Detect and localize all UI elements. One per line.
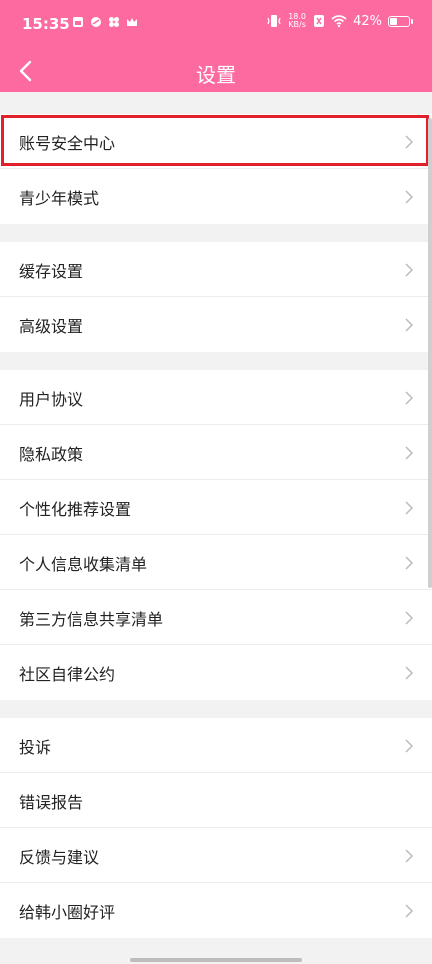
settings-list: 账号安全中心 青少年模式 缓存设置 高级设置 用户协议 隐私政策 个性化推荐设置… xyxy=(0,92,432,938)
settings-item-cache[interactable]: 缓存设置 xyxy=(0,242,432,297)
settings-item-user-agreement[interactable]: 用户协议 xyxy=(0,370,432,425)
settings-item-feedback[interactable]: 反馈与建议 xyxy=(0,828,432,883)
chevron-right-icon xyxy=(405,135,414,149)
crown-icon xyxy=(127,18,137,26)
settings-item-account-security[interactable]: 账号安全中心 xyxy=(0,114,432,169)
settings-item-privacy-policy[interactable]: 隐私政策 xyxy=(0,425,432,480)
battery-percent: 42% xyxy=(353,13,382,29)
status-right: 18.0 KB/s 42% xyxy=(267,13,413,29)
status-time: 15:35 xyxy=(22,15,70,33)
settings-item-advanced[interactable]: 高级设置 xyxy=(0,297,432,352)
chevron-right-icon xyxy=(405,739,414,753)
settings-item-label: 反馈与建议 xyxy=(19,848,100,867)
section-spacer xyxy=(0,224,432,242)
settings-item-label: 个人信息收集清单 xyxy=(19,555,148,574)
settings-item-label: 给韩小圈好评 xyxy=(19,903,116,922)
sync-icon xyxy=(91,17,101,27)
chevron-right-icon xyxy=(405,446,414,460)
chevron-right-icon xyxy=(405,391,414,405)
section-spacer xyxy=(0,700,432,718)
section-spacer xyxy=(0,92,432,114)
settings-item-rate-app[interactable]: 给韩小圈好评 xyxy=(0,883,432,938)
settings-item-teen-mode[interactable]: 青少年模式 xyxy=(0,169,432,224)
settings-item-community-convention[interactable]: 社区自律公约 xyxy=(0,645,432,700)
settings-item-label: 隐私政策 xyxy=(19,445,84,464)
chevron-right-icon xyxy=(405,849,414,863)
network-speed: 18.0 KB/s xyxy=(287,13,307,29)
settings-item-label: 缓存设置 xyxy=(19,262,84,281)
notification-icons xyxy=(72,16,138,28)
status-bar: 15:35 18.0 KB/s 42% xyxy=(0,0,432,52)
chevron-right-icon xyxy=(405,904,414,918)
settings-item-label: 账号安全中心 xyxy=(19,134,116,153)
chevron-right-icon xyxy=(405,611,414,625)
chevron-right-icon xyxy=(405,318,414,332)
nav-bar: 设置 xyxy=(0,52,432,92)
settings-item-error-report[interactable]: 错误报告 xyxy=(0,773,432,828)
settings-group-policies: 用户协议 隐私政策 个性化推荐设置 个人信息收集清单 第三方信息共享清单 社区自… xyxy=(0,370,432,700)
settings-group-storage: 缓存设置 高级设置 xyxy=(0,242,432,352)
settings-item-third-party-sharing[interactable]: 第三方信息共享清单 xyxy=(0,590,432,645)
network-speed-unit: KB/s xyxy=(288,20,306,29)
page-title: 设置 xyxy=(196,63,236,87)
settings-group-account: 账号安全中心 青少年模式 xyxy=(0,114,432,224)
settings-item-label: 青少年模式 xyxy=(19,189,100,208)
chevron-right-icon xyxy=(405,190,414,204)
chevron-right-icon xyxy=(405,501,414,515)
vibrate-icon xyxy=(267,15,281,27)
battery-fill xyxy=(390,17,398,25)
home-indicator[interactable] xyxy=(130,958,302,962)
sim-icon xyxy=(314,15,325,27)
chevron-right-icon xyxy=(405,666,414,680)
settings-item-personalized-recommendation[interactable]: 个性化推荐设置 xyxy=(0,480,432,535)
settings-item-label: 个性化推荐设置 xyxy=(19,500,132,519)
settings-item-label: 社区自律公约 xyxy=(19,665,116,684)
settings-item-label: 错误报告 xyxy=(19,793,84,812)
battery-icon xyxy=(388,15,413,27)
clover-icon xyxy=(109,17,119,27)
settings-item-label: 用户协议 xyxy=(19,390,84,409)
settings-item-label: 投诉 xyxy=(19,738,52,757)
settings-group-feedback: 投诉 错误报告 反馈与建议 给韩小圈好评 xyxy=(0,718,432,938)
settings-item-personal-info-list[interactable]: 个人信息收集清单 xyxy=(0,535,432,590)
settings-item-complaint[interactable]: 投诉 xyxy=(0,718,432,773)
settings-item-label: 第三方信息共享清单 xyxy=(19,610,164,629)
battery-tip xyxy=(411,18,413,24)
wifi-icon xyxy=(331,15,347,28)
calendar-icon xyxy=(73,17,83,27)
chevron-right-icon xyxy=(405,263,414,277)
chevron-right-icon xyxy=(405,556,414,570)
settings-item-label: 高级设置 xyxy=(19,317,84,336)
section-spacer xyxy=(0,352,432,370)
scrollbar[interactable] xyxy=(428,118,432,588)
